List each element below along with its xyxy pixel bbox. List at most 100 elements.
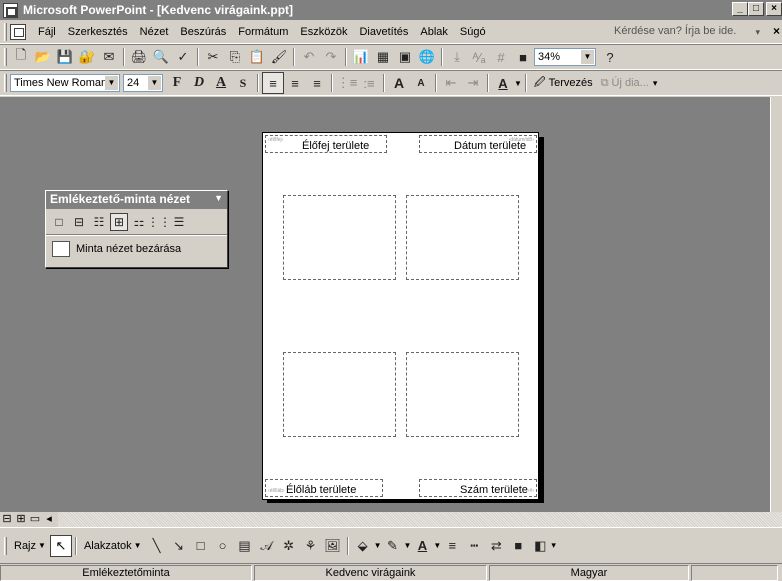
line-style-icon[interactable]: ≡: [441, 535, 463, 557]
tables-borders-icon[interactable]: ▣: [394, 46, 416, 68]
close-master-view-button[interactable]: Minta nézet bezárása: [46, 235, 227, 261]
align-center-icon[interactable]: ≡: [284, 72, 306, 94]
chart-icon[interactable]: 📊: [350, 46, 372, 68]
font-color-icon[interactable]: A: [492, 72, 514, 94]
toolbar-grip[interactable]: [4, 48, 7, 66]
bullets-icon[interactable]: :≡: [358, 72, 380, 94]
horizontal-scrollbar[interactable]: [58, 512, 782, 527]
chevron-down-icon[interactable]: ▼: [514, 79, 522, 88]
print-icon[interactable]: 🖨: [128, 46, 150, 68]
increase-indent-icon[interactable]: ⇥: [462, 72, 484, 94]
font-size-combo[interactable]: 24 ▼: [123, 74, 163, 92]
new-slide-button[interactable]: ⧉ Új dia...: [597, 77, 653, 90]
arrow-style-icon[interactable]: ⇄: [485, 535, 507, 557]
chevron-down-icon[interactable]: ▼: [148, 76, 161, 90]
increase-font-icon[interactable]: A: [388, 72, 410, 94]
decrease-font-icon[interactable]: A: [410, 72, 432, 94]
nine-slides-layout-icon[interactable]: ⋮⋮: [147, 213, 171, 231]
format-painter-icon[interactable]: 🖌: [268, 46, 290, 68]
number-placeholder[interactable]: ‹#› Szám területe: [419, 479, 537, 497]
six-slides-layout-icon[interactable]: ⚏: [130, 213, 148, 231]
two-slides-layout-icon[interactable]: ⊟: [70, 213, 88, 231]
font-combo[interactable]: Times New Roman ▼: [10, 74, 120, 92]
autoshapes-menu-button[interactable]: Alakzatok ▼: [80, 540, 146, 552]
paste-icon[interactable]: 📋: [246, 46, 268, 68]
chevron-down-icon[interactable]: ▼: [581, 50, 594, 64]
font-color-icon[interactable]: A: [411, 535, 433, 557]
slide-slot[interactable]: [283, 195, 396, 280]
toolbar-options-icon[interactable]: ▾: [653, 78, 658, 89]
textbox-icon[interactable]: ▤: [234, 535, 256, 557]
save-icon[interactable]: 💾: [54, 46, 76, 68]
slide-sorter-view-icon[interactable]: ⊞: [14, 513, 28, 527]
hyperlink-icon[interactable]: 🌐: [416, 46, 438, 68]
grid-icon[interactable]: #: [490, 46, 512, 68]
align-left-icon[interactable]: ≡: [262, 72, 284, 94]
toolbar-grip[interactable]: [4, 536, 7, 555]
handout-toolbar-title-bar[interactable]: Emlékeztető-minta nézet ▼: [46, 191, 227, 209]
underline-button[interactable]: A: [210, 72, 232, 94]
italic-button[interactable]: D: [188, 72, 210, 94]
redo-icon[interactable]: ↷: [320, 46, 342, 68]
cut-icon[interactable]: ✂: [202, 46, 224, 68]
diagram-icon[interactable]: ✲: [278, 535, 300, 557]
open-icon[interactable]: 📂: [32, 46, 54, 68]
chevron-down-icon[interactable]: ▼: [403, 541, 411, 550]
slideshow-view-icon[interactable]: ▭: [28, 513, 42, 527]
undo-icon[interactable]: ↶: [298, 46, 320, 68]
table-icon[interactable]: ▦: [372, 46, 394, 68]
print-preview-icon[interactable]: 🔍: [150, 46, 172, 68]
handout-master-toolbar[interactable]: Emlékeztető-minta nézet ▼ □ ⊟ ☷ ⊞ ⚏ ⋮⋮ ☰…: [45, 190, 228, 268]
picture-icon[interactable]: 🖼: [322, 535, 344, 557]
menu-file[interactable]: Fájl: [32, 26, 62, 38]
select-pointer-icon[interactable]: ↖: [49, 534, 72, 557]
chevron-down-icon[interactable]: ▾: [755, 27, 760, 38]
menu-insert[interactable]: Beszúrás: [174, 26, 232, 38]
line-icon[interactable]: ╲: [146, 535, 168, 557]
copy-icon[interactable]: ⎘: [224, 46, 246, 68]
permission-icon[interactable]: 🔐: [76, 46, 98, 68]
bold-button[interactable]: F: [166, 72, 188, 94]
menubar-grip[interactable]: [4, 22, 7, 41]
line-color-icon[interactable]: ✎: [381, 535, 403, 557]
date-placeholder[interactable]: ‹dátum/idő› Dátum területe: [419, 135, 537, 153]
toolbar-options-icon[interactable]: ▾: [551, 540, 556, 551]
scroll-left-icon[interactable]: ◂: [42, 513, 56, 527]
color-grayscale-icon[interactable]: ■: [512, 46, 534, 68]
numbering-icon[interactable]: ⋮≡: [336, 72, 358, 94]
shadow-style-icon[interactable]: ■: [507, 535, 529, 557]
one-slide-layout-icon[interactable]: □: [50, 213, 68, 231]
align-right-icon[interactable]: ≡: [306, 72, 328, 94]
minimize-button[interactable]: _: [732, 2, 748, 16]
header-placeholder[interactable]: ‹élőfej› Élőfej területe: [265, 135, 387, 153]
chevron-down-icon[interactable]: ▼: [374, 541, 382, 550]
menu-edit[interactable]: Szerkesztés: [62, 26, 134, 38]
slide-slot[interactable]: [283, 352, 396, 437]
three-slides-layout-icon[interactable]: ☷: [90, 213, 108, 231]
toolbar-grip[interactable]: [4, 74, 7, 92]
menu-window[interactable]: Ablak: [414, 26, 454, 38]
powerpoint-app-icon[interactable]: [3, 2, 18, 18]
zoom-combo[interactable]: 34% ▼: [534, 48, 596, 66]
normal-view-icon[interactable]: ⊟: [0, 513, 14, 527]
slide-slot[interactable]: [406, 352, 519, 437]
close-button[interactable]: ×: [766, 2, 782, 16]
new-icon[interactable]: 🗋: [10, 46, 32, 68]
footer-placeholder[interactable]: ‹élőláb› Élőláb területe: [265, 479, 383, 497]
menu-tools[interactable]: Eszközök: [294, 26, 353, 38]
chevron-down-icon[interactable]: ▼: [214, 193, 223, 203]
draw-menu-button[interactable]: Rajz ▼: [10, 540, 50, 552]
chevron-down-icon[interactable]: ▼: [433, 541, 441, 550]
email-icon[interactable]: ✉: [98, 46, 120, 68]
dash-style-icon[interactable]: ┅: [463, 535, 485, 557]
slide-slot[interactable]: [406, 195, 519, 280]
document-icon[interactable]: [10, 23, 26, 40]
decrease-indent-icon[interactable]: ⇤: [440, 72, 462, 94]
menu-help[interactable]: Súgó: [454, 26, 492, 38]
vertical-scrollbar[interactable]: [770, 97, 782, 512]
ask-question-box[interactable]: Kérdése van? Írja be ide. ▾: [614, 22, 764, 42]
menu-slideshow[interactable]: Diavetítés: [353, 26, 414, 38]
expand-all-icon[interactable]: ⤓: [446, 46, 468, 68]
oval-icon[interactable]: ○: [212, 535, 234, 557]
menu-view[interactable]: Nézet: [134, 26, 175, 38]
